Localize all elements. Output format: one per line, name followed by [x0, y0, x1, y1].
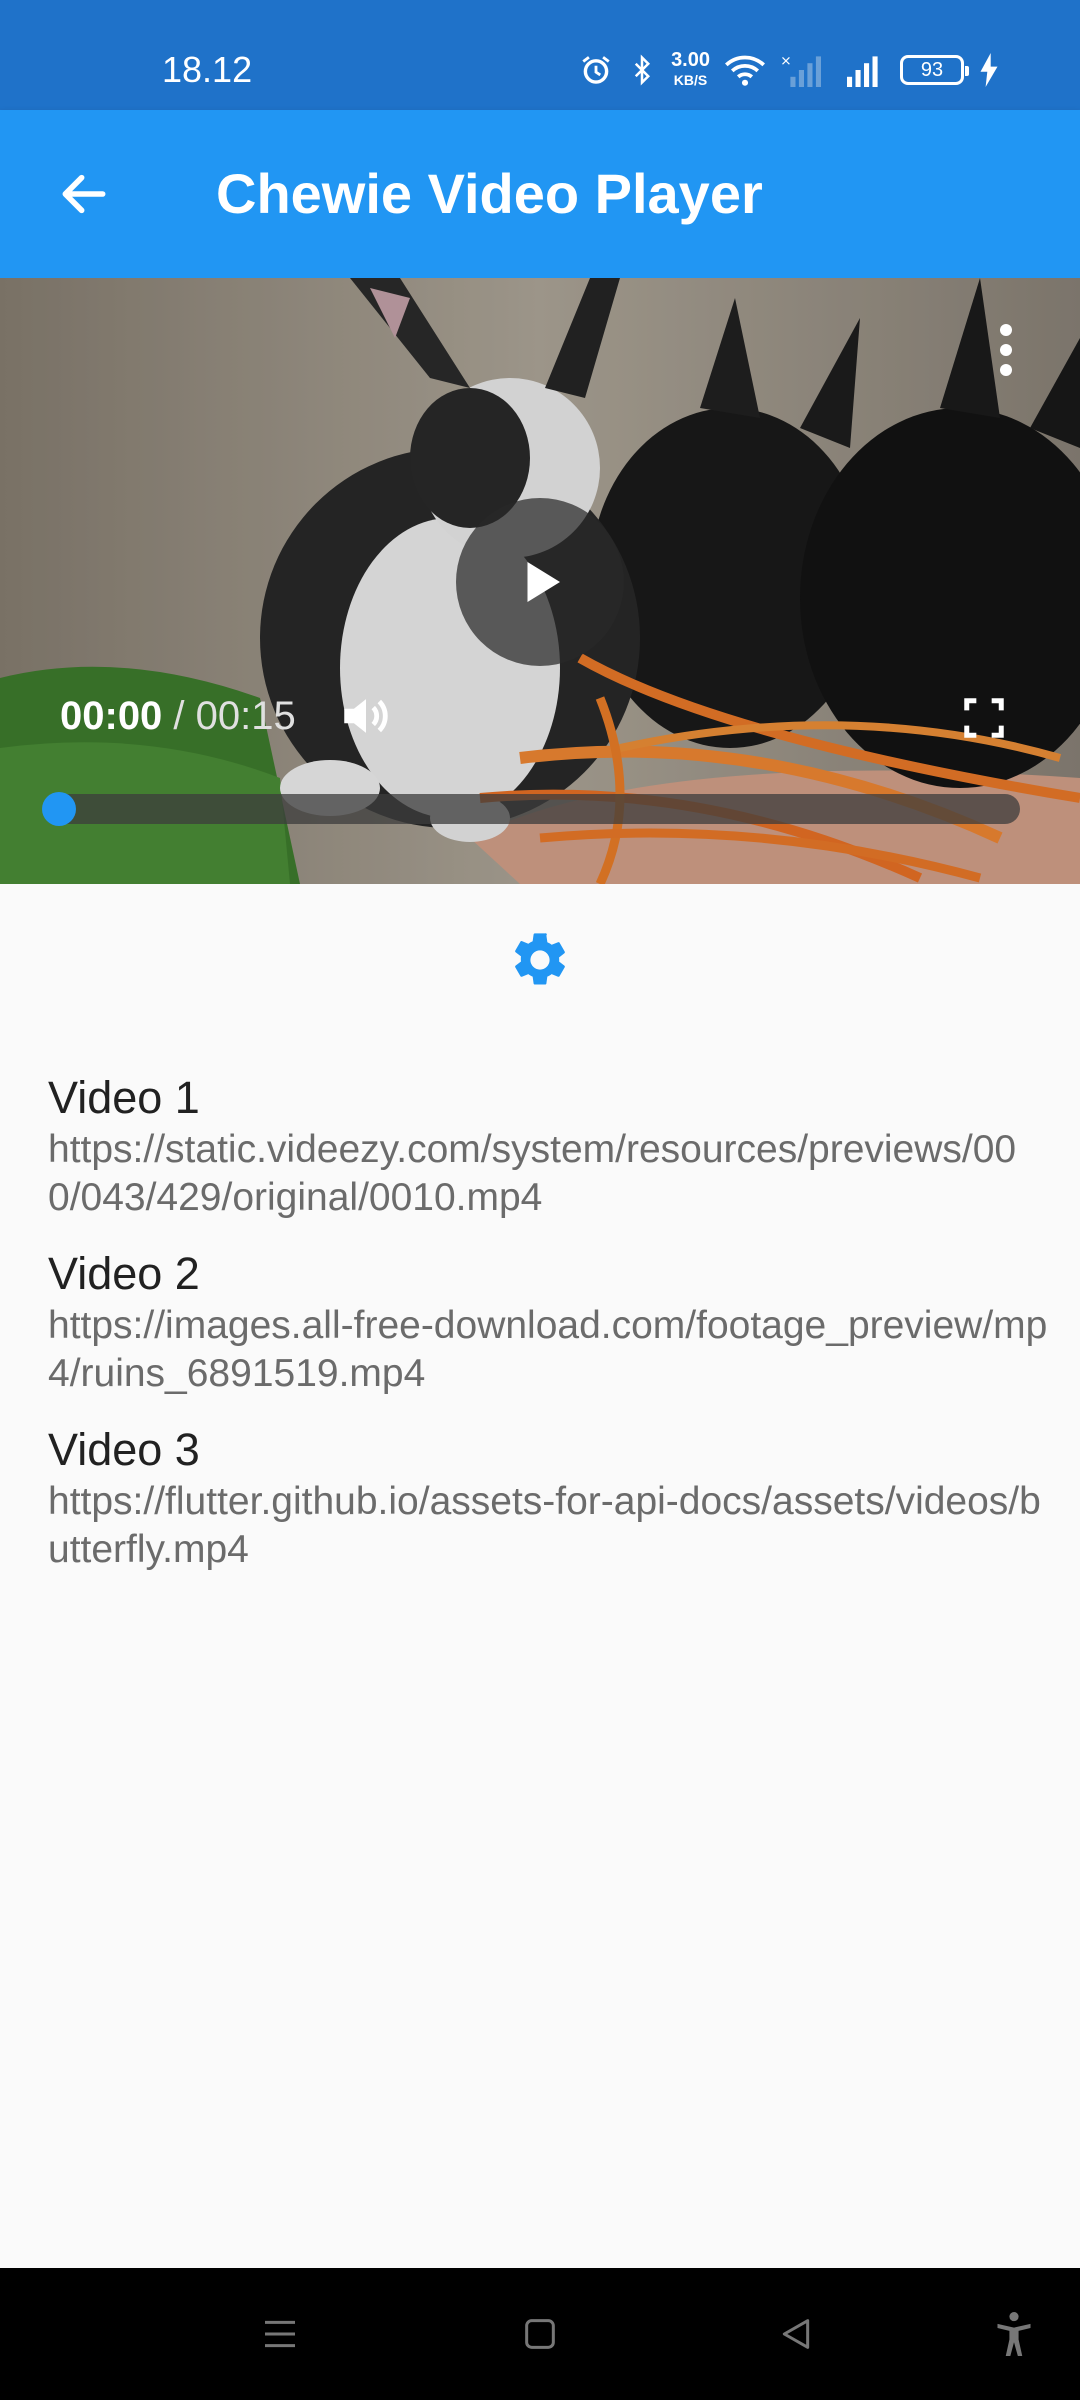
- video-title: Video 3: [48, 1424, 200, 1475]
- back-icon: [782, 2319, 810, 2349]
- settings-icon: [515, 933, 565, 985]
- signal-icon: ×: [780, 53, 821, 87]
- more-vert-icon: [1000, 324, 1012, 336]
- signal-icon: [847, 56, 878, 87]
- video-url: https://images.all-free-download.com/foo…: [48, 1304, 1048, 1395]
- fullscreen-icon: [964, 698, 1004, 738]
- arrow-back-icon: [62, 174, 106, 214]
- screen: 18.12 3.00 KB/S × 93 Chewie Video Player: [0, 0, 1080, 2400]
- home-button[interactable]: [504, 2298, 576, 2370]
- time-display: 00:00 / 00:15: [60, 692, 296, 740]
- current-time: 00:00: [60, 694, 163, 738]
- menu-icon: [265, 2320, 295, 2348]
- list-item[interactable]: Video 2 https://images.all-free-download…: [48, 1246, 1048, 1398]
- list-item[interactable]: Video 1 https://static.videezy.com/syste…: [48, 1070, 1048, 1222]
- wifi-icon: [725, 55, 765, 86]
- battery-level: 93: [920, 58, 944, 81]
- accessibility-button[interactable]: [978, 2298, 1050, 2370]
- progress-thumb[interactable]: [42, 792, 76, 826]
- video-list: Video 1 https://static.videezy.com/syste…: [48, 1070, 1048, 1598]
- back-button[interactable]: [40, 150, 128, 238]
- play-button[interactable]: [456, 498, 624, 666]
- more-vert-dot: [1000, 344, 1012, 356]
- battery-indicator: 93: [900, 55, 969, 85]
- navigation-bar: [0, 2268, 1080, 2400]
- net-speed: 3.00 KB/S: [671, 50, 710, 90]
- app-bar: Chewie Video Player: [0, 110, 1080, 278]
- list-item[interactable]: Video 3 https://flutter.github.io/assets…: [48, 1422, 1048, 1574]
- fullscreen-button[interactable]: [954, 688, 1014, 748]
- volume-icon: [344, 699, 388, 733]
- status-bar: 18.12 3.00 KB/S × 93: [0, 0, 1080, 110]
- charging-icon: [980, 53, 998, 87]
- progress-bar[interactable]: [44, 794, 1020, 824]
- more-options-button[interactable]: [976, 310, 1036, 390]
- video-title: Video 1: [48, 1072, 200, 1123]
- bluetooth-icon: [634, 54, 651, 86]
- home-icon: [525, 2319, 555, 2349]
- svg-text:×: ×: [780, 53, 791, 69]
- status-icons: 3.00 KB/S × 93: [579, 48, 1000, 92]
- settings-button[interactable]: [502, 922, 578, 998]
- video-url: https://static.videezy.com/system/resour…: [48, 1128, 1017, 1219]
- recent-apps-button[interactable]: [244, 2298, 316, 2370]
- accessibility-icon: [997, 2312, 1031, 2356]
- time-separator: /: [162, 694, 196, 738]
- back-nav-button[interactable]: [760, 2298, 832, 2370]
- net-speed-value: 3.00: [671, 49, 710, 71]
- volume-button[interactable]: [334, 684, 398, 748]
- page-title: Chewie Video Player: [216, 162, 763, 225]
- net-speed-unit: KB/S: [673, 72, 708, 88]
- total-time: 00:15: [195, 694, 296, 738]
- play-icon: [527, 562, 560, 602]
- video-url: https://flutter.github.io/assets-for-api…: [48, 1480, 1041, 1571]
- alarm-icon: [582, 56, 610, 84]
- video-title: Video 2: [48, 1248, 200, 1299]
- status-time: 18.12: [162, 49, 253, 90]
- more-vert-dot: [1000, 364, 1012, 376]
